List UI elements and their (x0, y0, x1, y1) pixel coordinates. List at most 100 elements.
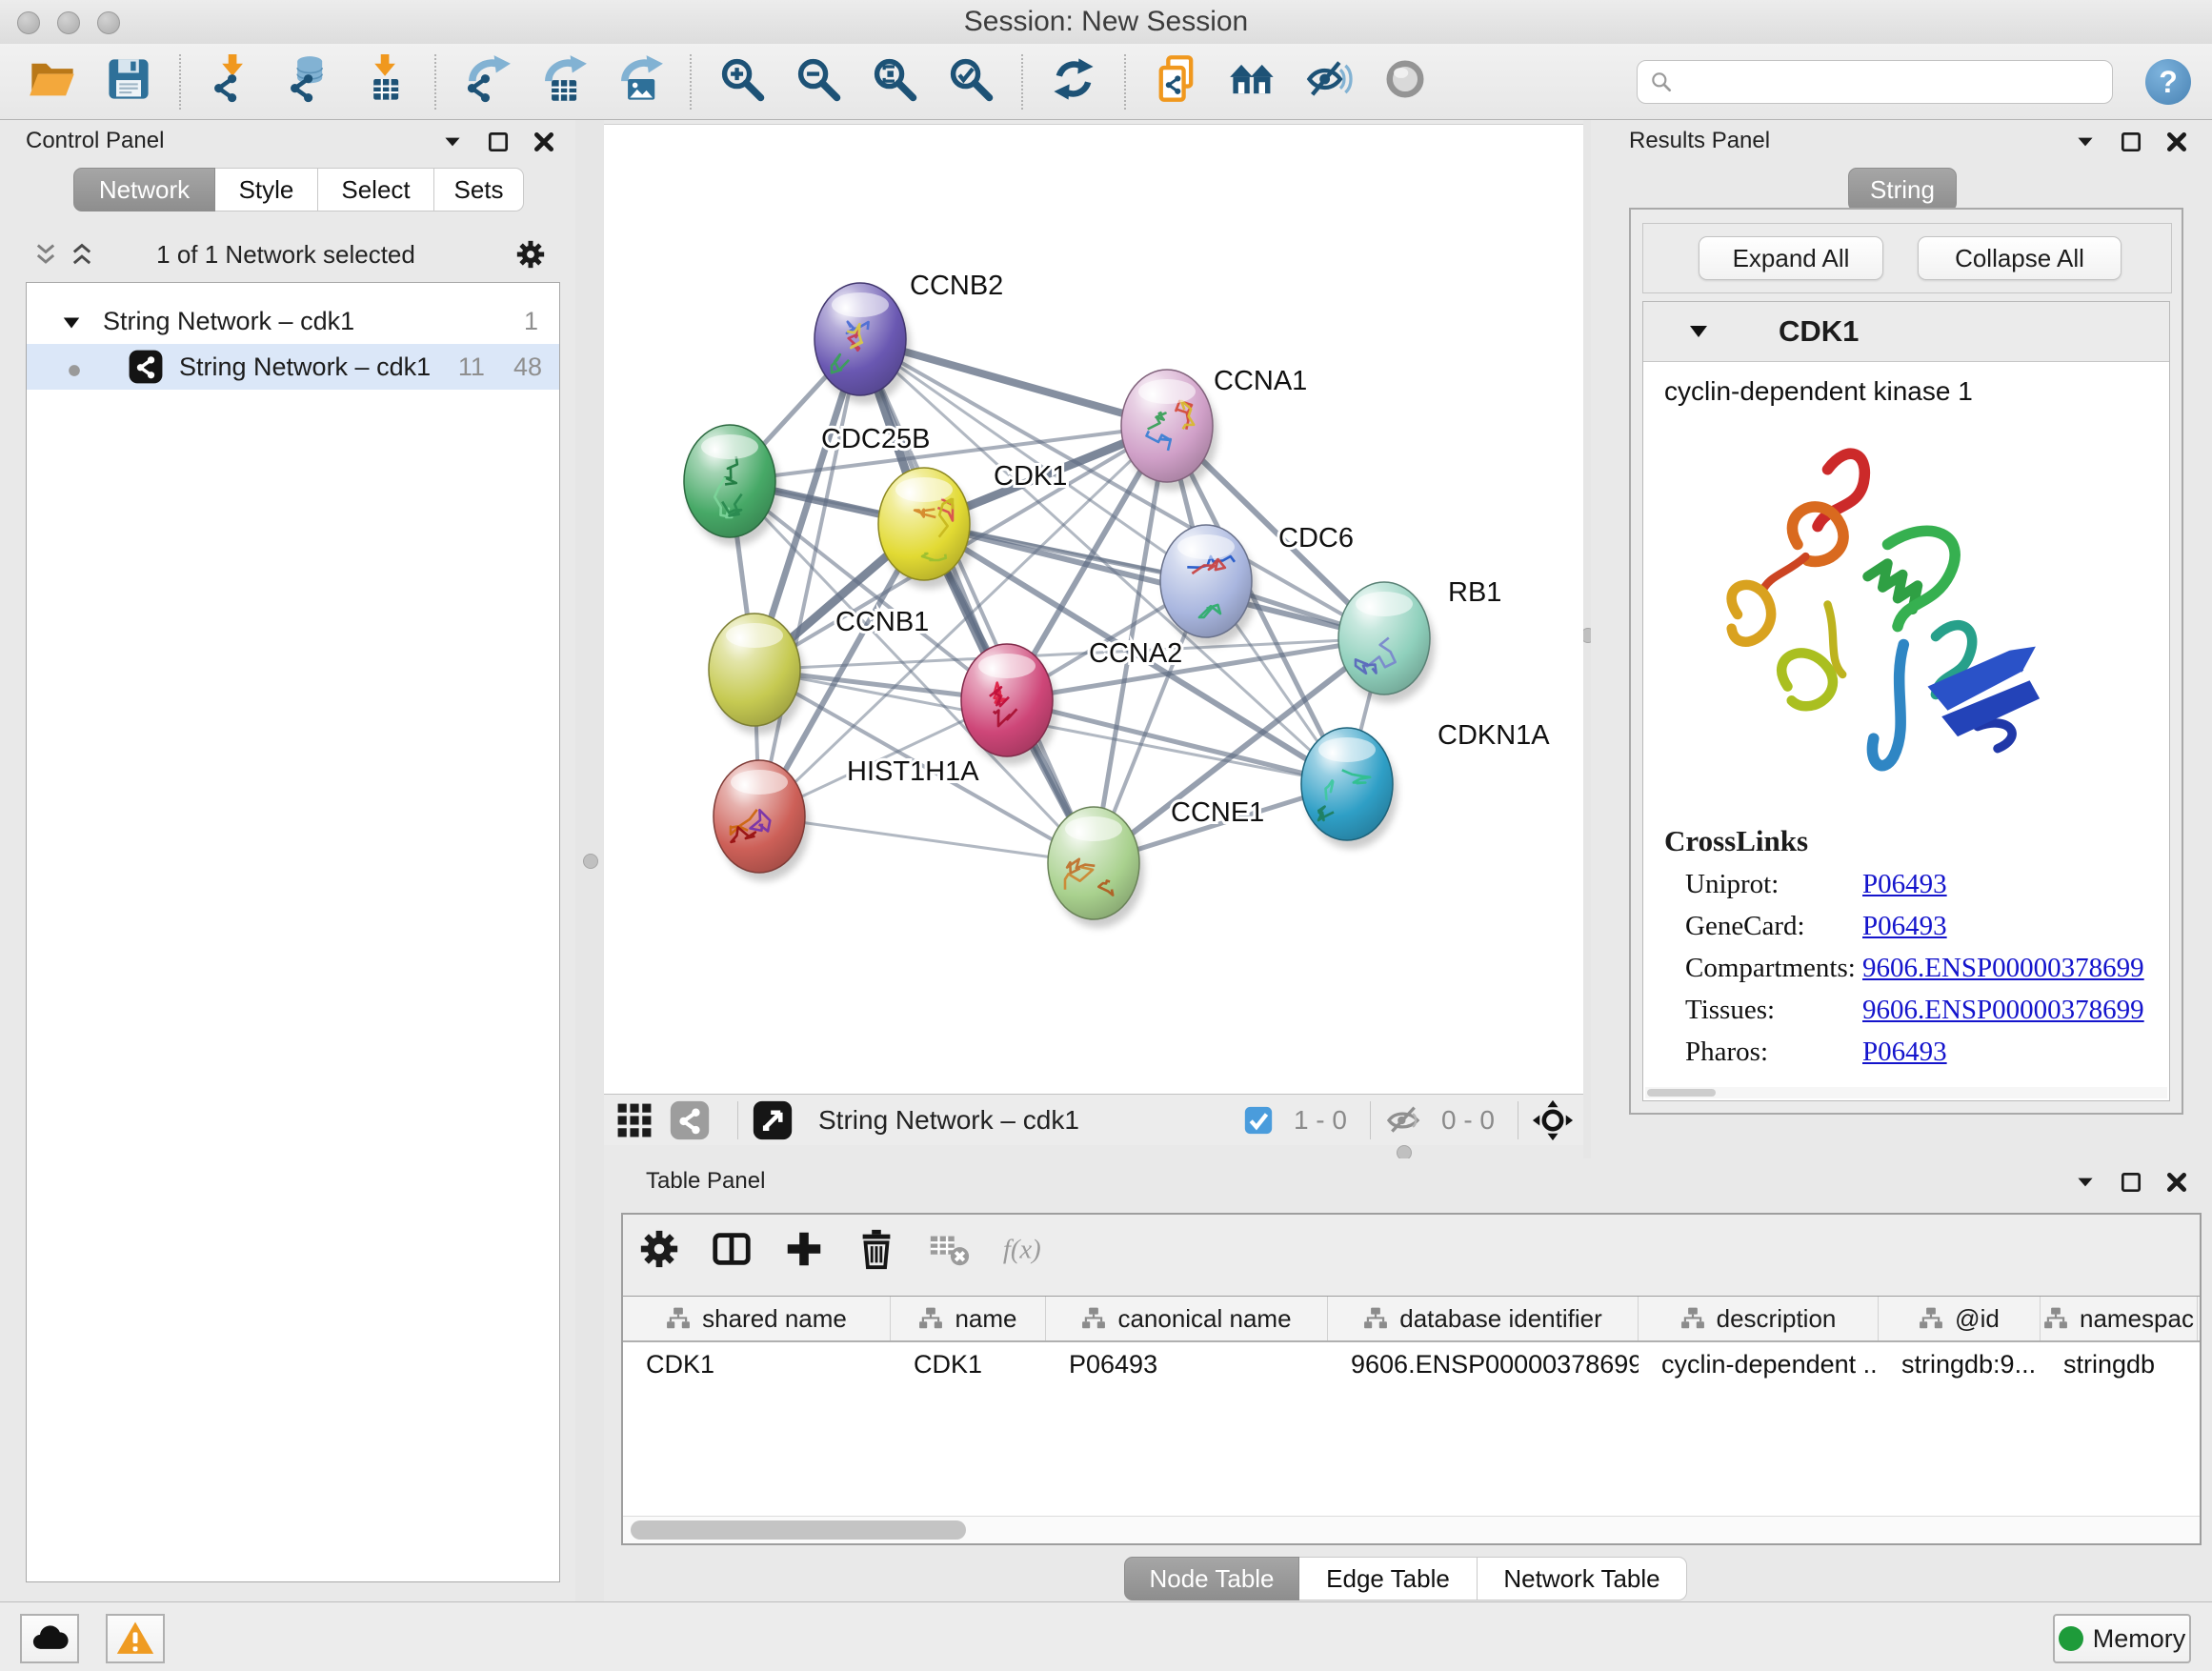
tab-string[interactable]: String (1848, 168, 1957, 211)
network-node-HIST1H1A[interactable]: HIST1H1A (714, 756, 979, 881)
export-table-button[interactable] (535, 54, 591, 110)
panel-close-icon[interactable] (2164, 130, 2189, 154)
zoom-in-icon (717, 54, 767, 109)
collection-expand-icon[interactable] (61, 311, 82, 332)
two-houses-button[interactable] (1225, 54, 1280, 110)
selected-checkbox-icon[interactable] (1242, 1104, 1275, 1137)
panel-close-icon[interactable] (2164, 1170, 2189, 1195)
column-management-icon[interactable] (705, 1222, 758, 1276)
table-panel-title: Table Panel (646, 1168, 765, 1195)
grid-view-icon[interactable] (613, 1099, 655, 1141)
collapse-all-icon[interactable] (32, 242, 59, 269)
cloud-button[interactable] (20, 1614, 79, 1663)
network-node-CDC6[interactable]: CDC6 (1160, 523, 1354, 646)
network-node-CDK1[interactable]: CDK1 (878, 461, 1067, 589)
column-header-description[interactable]: description (1639, 1297, 1879, 1340)
tab-select[interactable]: Select (318, 168, 434, 211)
column-header-namespac[interactable]: namespac (2041, 1297, 2198, 1340)
string-results-box: Expand All Collapse All CDK1 cyclin-depe… (1629, 208, 2183, 1115)
eye-slash-button[interactable] (1301, 54, 1357, 110)
table-row[interactable]: CDK1CDK1P064939606.ENSP00000378699cyclin… (623, 1342, 2200, 1386)
table-cell[interactable]: 9606.ENSP00000378699 (1328, 1342, 1639, 1386)
expand-all-icon[interactable] (69, 242, 95, 269)
import-table-button[interactable] (356, 54, 412, 110)
add-column-icon[interactable] (777, 1222, 831, 1276)
bottom-splitter[interactable] (604, 1145, 1583, 1158)
left-splitter-handle[interactable] (583, 854, 598, 869)
crosslink-value-link[interactable]: 9606.ENSP00000378699 (1862, 953, 2144, 984)
tab-sets[interactable]: Sets (434, 168, 524, 211)
column-header-shared-name[interactable]: shared name (623, 1297, 891, 1340)
network-canvas[interactable]: CCNB2CCNA1CDC25BCDK1CDC6RB1CCNB1CCNA2CDK… (604, 124, 1583, 1095)
network-options-gear-icon[interactable] (514, 238, 547, 271)
delete-column-icon[interactable] (850, 1222, 903, 1276)
crosslink-value-link[interactable]: 9606.ENSP00000378699 (1862, 995, 2144, 1026)
table-cell[interactable]: CDK1 (891, 1342, 1046, 1386)
panel-float-icon[interactable] (2119, 1170, 2143, 1195)
zoom-fit-button[interactable] (867, 54, 922, 110)
network-row[interactable]: String Network – cdk1 11 48 (27, 344, 559, 390)
zoom-out-button[interactable] (791, 54, 846, 110)
panel-menu-icon[interactable] (2073, 1170, 2098, 1195)
export-image-button[interactable] (612, 54, 667, 110)
crosslink-value-link[interactable]: P06493 (1862, 869, 1947, 900)
network-collection-row[interactable]: String Network – cdk1 1 (27, 298, 559, 344)
column-header--id[interactable]: @id (1879, 1297, 2041, 1340)
toolbar-group (204, 54, 412, 110)
table-settings-gear-icon[interactable] (633, 1222, 686, 1276)
fit-content-crosshair-icon[interactable] (1532, 1099, 1574, 1141)
zoom-in-button[interactable] (714, 54, 770, 110)
network-badge-icon[interactable] (669, 1099, 711, 1141)
table-cell[interactable]: CDK1 (623, 1342, 891, 1386)
table-cell[interactable]: stringdb (2041, 1342, 2198, 1386)
birdseye-view-icon[interactable] (752, 1099, 794, 1141)
protein-expand-icon[interactable] (1687, 320, 1710, 343)
table-cell[interactable]: cyclin-dependent ... (1639, 1342, 1879, 1386)
search-input[interactable] (1681, 67, 2112, 98)
panel-menu-icon[interactable] (2073, 130, 2098, 154)
crosslink-value-link[interactable]: P06493 (1862, 911, 1947, 942)
column-header-canonical-name[interactable]: canonical name (1046, 1297, 1328, 1340)
warning-button[interactable] (106, 1614, 165, 1663)
shared-column-icon (1081, 1306, 1106, 1331)
refresh-layout-button[interactable] (1046, 54, 1101, 110)
table-hscrollbar-thumb[interactable] (631, 1520, 966, 1540)
export-network-button[interactable] (459, 54, 514, 110)
help-button[interactable]: ? (2145, 59, 2191, 105)
tab-node-table[interactable]: Node Table (1124, 1557, 1299, 1601)
expand-all-button[interactable]: Expand All (1699, 236, 1883, 280)
panel-float-icon[interactable] (486, 130, 511, 154)
tab-network[interactable]: Network (73, 168, 215, 211)
table-hscrollbar[interactable] (623, 1516, 2200, 1543)
import-network-file-button[interactable] (204, 54, 259, 110)
save-session-button[interactable] (101, 54, 156, 110)
table-cell[interactable]: P06493 (1046, 1342, 1328, 1386)
table-cell[interactable]: stringdb:9... (1879, 1342, 2041, 1386)
network-node-CDKN1A[interactable]: CDKN1A (1301, 720, 1550, 849)
protein-card-header[interactable]: CDK1 (1643, 302, 2169, 362)
import-network-database-button[interactable] (280, 54, 335, 110)
network-node-RB1[interactable]: RB1 (1338, 577, 1501, 703)
tab-edge-table[interactable]: Edge Table (1299, 1557, 1478, 1601)
column-header-database-identifier[interactable]: database identifier (1328, 1297, 1639, 1340)
delete-table-icon (922, 1222, 975, 1276)
column-header-name[interactable]: name (891, 1297, 1046, 1340)
node-label-CDC6: CDC6 (1278, 523, 1354, 554)
card-hscrollbar[interactable] (1645, 1087, 2167, 1098)
memory-button[interactable]: Memory (2053, 1614, 2191, 1663)
tab-network-table[interactable]: Network Table (1478, 1557, 1687, 1601)
clone-network-button[interactable] (1149, 54, 1204, 110)
open-file-button[interactable] (25, 54, 80, 110)
left-splitter[interactable] (575, 120, 604, 1601)
collapse-all-button[interactable]: Collapse All (1918, 236, 2122, 280)
network-edge[interactable] (759, 339, 860, 816)
zoom-selected-button[interactable] (943, 54, 998, 110)
card-hscrollbar-thumb[interactable] (1647, 1089, 1716, 1097)
panel-close-icon[interactable] (532, 130, 556, 154)
panel-float-icon[interactable] (2119, 130, 2143, 154)
tab-style[interactable]: Style (215, 168, 318, 211)
right-splitter[interactable] (1583, 120, 1591, 1158)
crosslink-value-link[interactable]: P06493 (1862, 1037, 1947, 1068)
lens-button[interactable] (1377, 54, 1433, 110)
panel-menu-icon[interactable] (440, 130, 465, 154)
